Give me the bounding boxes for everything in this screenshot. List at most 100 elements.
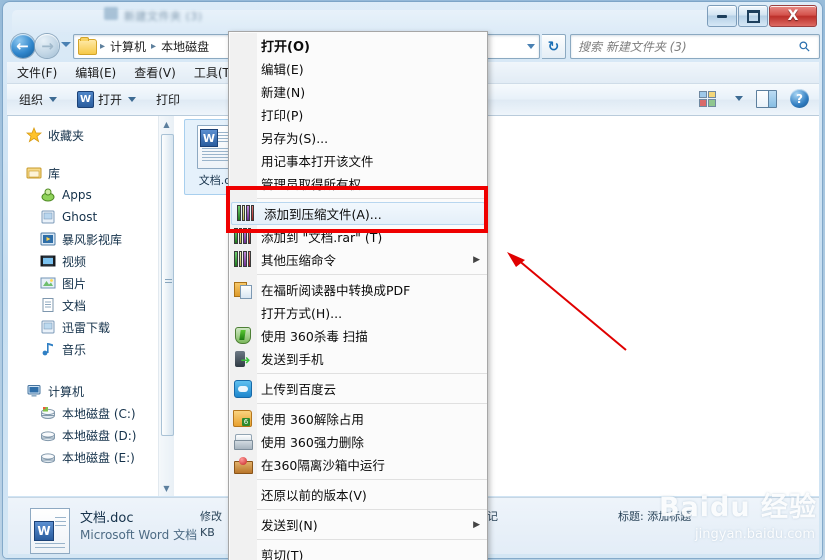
scroll-up-icon[interactable]: ▲ [159, 116, 174, 132]
context-menu-item-add-to-named-rar[interactable]: 添加到 "文档.rar" (T) [229, 225, 487, 248]
context-menu-item-360-unlock[interactable]: 使用 360解除占用 [229, 407, 487, 430]
context-menu-item-new[interactable]: 新建(N) [229, 80, 487, 103]
context-menu-item-label: 另存为(S)... [261, 131, 329, 146]
context-menu-item-label: 添加到 "文档.rar" (T) [261, 230, 383, 245]
sidebar-item-label: 本地磁盘 (C:) [62, 406, 136, 421]
pdf-icon [229, 278, 256, 301]
sidebar-item-ghost[interactable]: Ghost [8, 206, 158, 228]
menu-file[interactable]: 文件(F) [17, 64, 57, 81]
forward-button[interactable]: → [35, 34, 59, 58]
help-icon[interactable]: ? [790, 89, 809, 108]
menu-view[interactable]: 查看(V) [134, 64, 176, 81]
sidebar-item-music[interactable]: 音乐 [8, 338, 158, 360]
sidebar-item-apps[interactable]: Apps [8, 184, 158, 206]
context-menu-item-360-scan[interactable]: 使用 360杀毒 扫描 [229, 324, 487, 347]
sidebar-item-label: 图片 [62, 276, 87, 291]
window-controls: X [706, 5, 817, 27]
sidebar-item-thunder-download[interactable]: 迅雷下载 [8, 316, 158, 338]
view-chevron-down-icon[interactable] [735, 96, 743, 101]
context-menu-item-label: 还原以前的版本(V) [261, 488, 367, 503]
maximize-button[interactable] [738, 5, 768, 27]
context-menu-item-send-to[interactable]: 发送到(N) ▶ [229, 513, 487, 536]
sidebar-item-libraries[interactable]: 库 [8, 162, 158, 184]
preview-pane-icon[interactable] [756, 89, 777, 108]
details-filetype: Microsoft Word 文档 [80, 528, 198, 542]
context-menu-item-saveas[interactable]: 另存为(S)... [229, 126, 487, 149]
sidebar-item-favorites[interactable]: 收藏夹 [8, 124, 158, 146]
navigation-pane-scrollbar[interactable]: ▲ ▼ [158, 116, 174, 496]
scroll-down-icon[interactable]: ▼ [159, 480, 174, 496]
breadcrumb-item-computer[interactable]: 计算机 [108, 38, 148, 55]
breadcrumb-item-localdisk[interactable]: 本地磁盘 [159, 38, 211, 55]
sidebar-item-documents[interactable]: 文档 [8, 294, 158, 316]
sidebar-item-label: 库 [48, 166, 61, 181]
shredder-icon [229, 430, 256, 453]
context-menu-item-label: 管理员取得所有权 [261, 177, 362, 192]
sidebar-item-baofeng[interactable]: 暴风影视库 [8, 228, 158, 250]
context-menu-item-360-force-delete[interactable]: 使用 360强力删除 [229, 430, 487, 453]
ghost-icon [40, 209, 56, 225]
context-menu-item-print[interactable]: 打印(P) [229, 103, 487, 126]
sidebar-item-drive-d[interactable]: 本地磁盘 (D:) [8, 424, 158, 446]
thunder-icon [40, 319, 56, 335]
library-icon [26, 165, 42, 181]
menu-edit[interactable]: 编辑(E) [75, 64, 116, 81]
forward-arrow-icon: → [41, 36, 54, 55]
context-menu-item-take-ownership[interactable]: 管理员取得所有权 [229, 172, 487, 195]
window-app-icon [104, 7, 118, 20]
close-icon: X [787, 8, 799, 24]
context-menu-item-upload-to-baidu-cloud[interactable]: 上传到百度云 [229, 377, 487, 400]
context-menu-item-open[interactable]: 打开(O) [229, 34, 487, 57]
context-menu-item-360-sandbox[interactable]: 在360隔离沙箱中运行 [229, 453, 487, 476]
context-menu-item-send-to-phone[interactable]: ➜ 发送到手机 [229, 347, 487, 370]
navigation-pane[interactable]: 收藏夹 库 Apps Ghost 暴风影视库 视频 图片 文档 迅雷下载 音乐 … [8, 116, 158, 496]
no-icon [229, 80, 256, 103]
context-menu-item-convert-to-pdf[interactable]: 在福昕阅读器中转换成PDF [229, 278, 487, 301]
minimize-button[interactable] [707, 5, 737, 27]
window-title: 新建文件夹 (3) [124, 10, 203, 23]
refresh-button[interactable]: ↻ [542, 34, 566, 59]
search-input[interactable]: 搜索 新建文件夹 (3) [578, 38, 796, 55]
context-menu-item-label: 编辑(E) [261, 62, 304, 77]
breadcrumb-separator: ▸ [151, 41, 157, 52]
search-box[interactable]: 搜索 新建文件夹 (3) ⚲ [570, 34, 820, 59]
context-menu-item-other-archive-commands[interactable]: 其他压缩命令 ▶ [229, 248, 487, 271]
command-bar-right: ? [699, 89, 809, 108]
sidebar-item-videos[interactable]: 视频 [8, 250, 158, 272]
address-dropdown-icon[interactable] [527, 44, 535, 49]
computer-icon [26, 383, 42, 399]
scrollbar-thumb[interactable] [161, 134, 174, 436]
sidebar-item-drive-e[interactable]: 本地磁盘 (E:) [8, 446, 158, 468]
sidebar-item-computer[interactable]: 计算机 [8, 380, 158, 402]
context-menu-item-label: 其他压缩命令 [261, 253, 337, 268]
sidebar-item-label: 迅雷下载 [62, 320, 111, 335]
no-icon [229, 126, 256, 149]
context-menu-item-open-with-notepad[interactable]: 用记事本打开该文件 [229, 149, 487, 172]
change-view-icon[interactable] [699, 90, 716, 107]
organize-button[interactable]: 组织 [19, 91, 58, 108]
sidebar-item-drive-c[interactable]: 本地磁盘 (C:) [8, 402, 158, 424]
submenu-arrow-icon: ▶ [473, 519, 480, 530]
print-button[interactable]: 打印 [156, 91, 180, 108]
back-button[interactable]: ← [11, 34, 35, 58]
recent-pages-dropdown-icon[interactable] [61, 42, 71, 47]
context-menu-item-restore-previous-versions[interactable]: 还原以前的版本(V) [229, 483, 487, 506]
context-menu-separator [257, 479, 487, 480]
music-icon [40, 341, 56, 357]
open-button[interactable]: W 打开 [77, 91, 137, 108]
sidebar-item-pictures[interactable]: 图片 [8, 272, 158, 294]
context-menu-separator [257, 509, 487, 510]
context-menu-item-label: 在福昕阅读器中转换成PDF [261, 283, 411, 298]
context-menu-item-edit[interactable]: 编辑(E) [229, 57, 487, 80]
context-menu-item-add-to-archive[interactable]: 添加到压缩文件(A)... [231, 202, 485, 225]
context-menu[interactable]: 打开(O) 编辑(E) 新建(N) 打印(P) 另存为(S)... 用记事本打开… [228, 31, 488, 560]
search-icon[interactable]: ⚲ [793, 34, 817, 58]
no-icon [229, 483, 256, 506]
context-menu-separator [257, 373, 487, 374]
sidebar-item-label: 收藏夹 [48, 128, 85, 143]
context-menu-item-cut[interactable]: 剪切(T) [229, 543, 487, 560]
sidebar-item-label: Ghost [62, 210, 98, 224]
context-menu-item-label: 剪切(T) [261, 548, 304, 560]
context-menu-item-open-with[interactable]: 打开方式(H)... [229, 301, 487, 324]
close-button[interactable]: X [769, 5, 817, 27]
